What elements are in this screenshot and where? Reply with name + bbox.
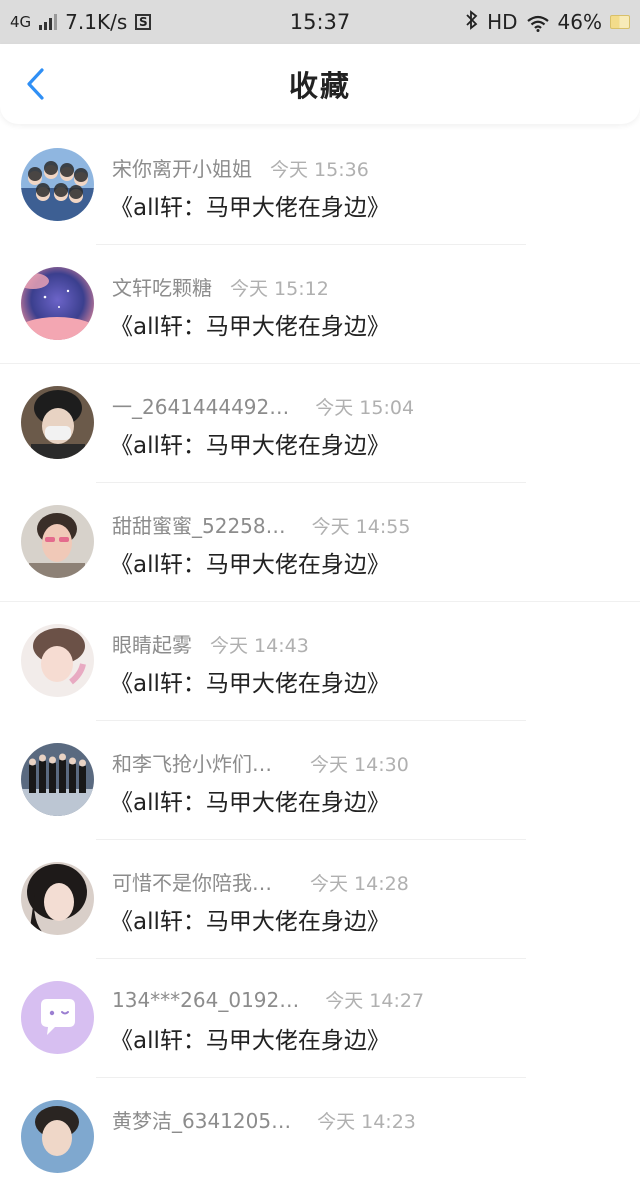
battery-percent: 46% xyxy=(557,10,602,34)
list-item[interactable]: 可惜不是你陪我… 今天 14:28 《all轩：马甲大佬在身边》 xyxy=(0,840,640,959)
timestamp: 今天 14:28 xyxy=(310,873,409,895)
timestamp: 今天 14:55 xyxy=(311,516,411,538)
username[interactable]: 眼睛起雾 xyxy=(112,629,192,658)
network-type: 4G xyxy=(10,13,32,31)
back-button[interactable] xyxy=(18,66,54,102)
item-meta: 文轩吃颗糖 今天 15:12 xyxy=(112,272,329,301)
username[interactable]: 和李飞抢小炸们… xyxy=(112,748,272,777)
list-item[interactable]: 甜甜蜜蜜_52258… 今天 14:55 《all轩：马甲大佬在身边》 xyxy=(0,483,640,602)
chevron-left-icon xyxy=(27,68,44,100)
chat-bubble-icon xyxy=(21,981,94,1054)
username[interactable]: 134***264_0192… xyxy=(112,988,299,1012)
avatar[interactable] xyxy=(21,624,94,697)
username[interactable]: 甜甜蜜蜜_52258… xyxy=(112,510,286,539)
username[interactable]: 宋你离开小姐姐 xyxy=(112,153,252,182)
item-meta: 眼睛起雾 今天 14:43 xyxy=(112,629,309,658)
item-meta: 甜甜蜜蜜_52258… 今天 14:55 xyxy=(112,510,410,539)
avatar[interactable] xyxy=(21,743,94,816)
timestamp: 今天 14:30 xyxy=(310,754,409,776)
avatar[interactable] xyxy=(21,862,94,935)
book-title[interactable]: 《all轩：马甲大佬在身边》 xyxy=(110,426,390,460)
book-title[interactable]: 《all轩：马甲大佬在身边》 xyxy=(110,664,390,698)
status-right: HD 46% xyxy=(465,9,630,35)
item-meta: 和李飞抢小炸们… 今天 14:30 xyxy=(112,748,409,777)
timestamp: 今天 14:23 xyxy=(317,1111,416,1133)
list-item[interactable]: 文轩吃颗糖 今天 15:12 《all轩：马甲大佬在身边》 xyxy=(0,245,640,364)
signal-icon xyxy=(39,14,58,30)
battery-icon xyxy=(610,15,630,29)
status-bar: 4G 7.1K/s S 15:37 HD 46% xyxy=(0,0,640,44)
s-badge-icon: S xyxy=(135,14,152,30)
page-title: 收藏 xyxy=(288,69,351,103)
timestamp: 今天 14:43 xyxy=(210,635,309,657)
avatar[interactable] xyxy=(21,505,94,578)
list-item[interactable]: 眼睛起雾 今天 14:43 《all轩：马甲大佬在身边》 xyxy=(0,602,640,721)
username[interactable]: 一_2641444492… xyxy=(112,391,289,420)
book-title[interactable]: 《all轩：马甲大佬在身边》 xyxy=(110,783,390,817)
favorites-list: 宋你离开小姐姐 今天 15:36 《all轩：马甲大佬在身边》 文轩吃颗糖 今天… xyxy=(0,126,640,1197)
status-left: 4G 7.1K/s S xyxy=(10,10,152,34)
hd-label: HD xyxy=(487,10,518,34)
timestamp: 今天 15:12 xyxy=(230,278,329,300)
list-item[interactable]: 和李飞抢小炸们… 今天 14:30 《all轩：马甲大佬在身边》 xyxy=(0,721,640,840)
timestamp: 今天 15:36 xyxy=(270,159,369,181)
timestamp: 今天 15:04 xyxy=(315,397,415,419)
wifi-icon xyxy=(526,13,550,32)
avatar[interactable] xyxy=(21,148,94,221)
bluetooth-icon xyxy=(465,9,479,35)
network-speed: 7.1K/s xyxy=(65,10,128,34)
book-title[interactable]: 《all轩：马甲大佬在身边》 xyxy=(110,188,390,222)
timestamp: 今天 14:27 xyxy=(325,990,425,1012)
item-meta: 可惜不是你陪我… 今天 14:28 xyxy=(112,867,409,896)
book-title[interactable]: 《all轩：马甲大佬在身边》 xyxy=(110,307,390,341)
book-title[interactable]: 《all轩：马甲大佬在身边》 xyxy=(110,545,390,579)
avatar[interactable] xyxy=(21,981,94,1054)
book-title[interactable]: 《all轩：马甲大佬在身边》 xyxy=(110,902,390,936)
item-meta: 一_2641444492… 今天 15:04 xyxy=(112,391,414,420)
avatar[interactable] xyxy=(21,1100,94,1173)
item-meta: 134***264_0192… 今天 14:27 xyxy=(112,986,424,1013)
book-title[interactable]: 《all轩：马甲大佬在身边》 xyxy=(110,1021,390,1055)
item-meta: 宋你离开小姐姐 今天 15:36 xyxy=(112,153,369,182)
item-meta: 黄梦洁_6341205… 今天 14:23 xyxy=(112,1105,416,1134)
avatar[interactable] xyxy=(21,267,94,340)
username[interactable]: 可惜不是你陪我… xyxy=(112,867,272,896)
status-time: 15:37 xyxy=(289,10,351,34)
username[interactable]: 文轩吃颗糖 xyxy=(112,272,212,301)
list-item[interactable]: 宋你离开小姐姐 今天 15:36 《all轩：马甲大佬在身边》 xyxy=(0,126,640,245)
list-item[interactable]: 134***264_0192… 今天 14:27 《all轩：马甲大佬在身边》 xyxy=(0,959,640,1078)
list-item[interactable]: 一_2641444492… 今天 15:04 《all轩：马甲大佬在身边》 xyxy=(0,364,640,483)
nav-header: 收藏 xyxy=(0,44,640,124)
avatar[interactable] xyxy=(21,386,94,459)
username[interactable]: 黄梦洁_6341205… xyxy=(112,1105,291,1134)
